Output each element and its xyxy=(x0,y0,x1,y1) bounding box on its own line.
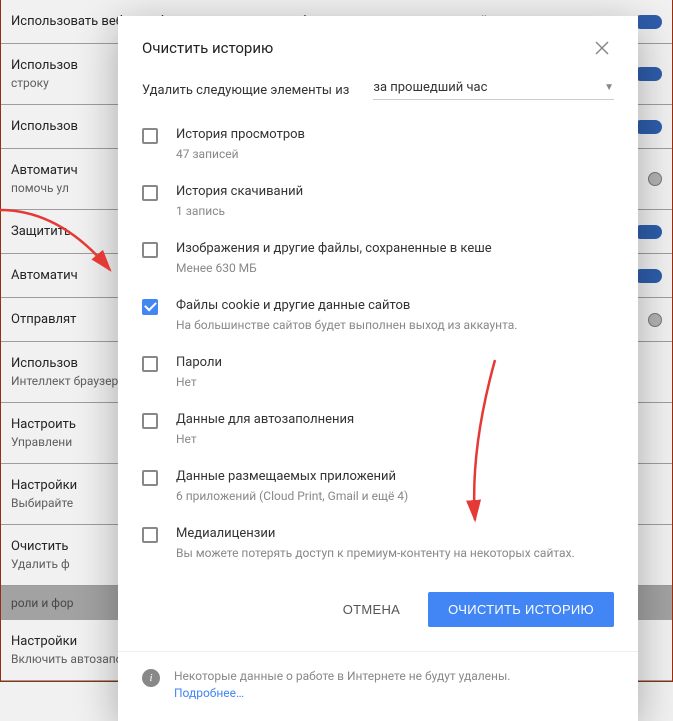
item-subtitle: Вы можете потерять доступ к премиум-конт… xyxy=(176,545,614,562)
item-subtitle: 1 запись xyxy=(176,203,614,220)
clear-history-button[interactable]: Очистить историю xyxy=(428,592,614,627)
clear-data-item: Данные размещаемых приложений 6 приложени… xyxy=(142,458,614,515)
item-subtitle: 6 приложений (Cloud Print, Gmail и ещё 4… xyxy=(176,488,614,505)
clear-data-item: Пароли Нет xyxy=(142,344,614,401)
cancel-button[interactable]: Отмена xyxy=(323,592,420,627)
item-title: Файлы cookie и другие данные сайтов xyxy=(176,297,614,315)
clear-data-item: История просмотров 47 записей xyxy=(142,116,614,173)
dialog-title: Очистить историю xyxy=(142,39,590,57)
learn-more-link[interactable]: Подробнее… xyxy=(174,686,244,700)
checkbox[interactable] xyxy=(142,527,158,543)
item-title: Данные для автозаполнения xyxy=(176,411,614,429)
item-subtitle: 47 записей xyxy=(176,146,614,163)
checkbox[interactable] xyxy=(142,128,158,144)
item-title: Медиалицензии xyxy=(176,525,614,543)
checkbox[interactable] xyxy=(142,185,158,201)
item-subtitle: Менее 630 МБ xyxy=(176,260,614,277)
item-title: Данные размещаемых приложений xyxy=(176,468,614,486)
checkbox[interactable] xyxy=(142,413,158,429)
chevron-down-icon: ▼ xyxy=(604,82,614,93)
checkbox[interactable] xyxy=(142,470,158,486)
clear-data-item: Файлы cookie и другие данные сайтов На бо… xyxy=(142,287,614,344)
checkbox[interactable] xyxy=(142,242,158,258)
item-subtitle: Нет xyxy=(176,374,614,391)
clear-data-item: Изображения и другие файлы, сохраненные … xyxy=(142,230,614,287)
item-subtitle: На большинстве сайтов будет выполнен вых… xyxy=(176,317,614,334)
clear-data-item: Данные для автозаполнения Нет xyxy=(142,401,614,458)
item-title: История скачиваний xyxy=(176,183,614,201)
time-range-select[interactable]: за прошедший час ▼ xyxy=(373,80,614,100)
info-icon: i xyxy=(142,669,160,687)
clear-history-dialog: Очистить историю Удалить следующие элеме… xyxy=(118,16,638,721)
footer-note: Некоторые данные о работе в Интернете не… xyxy=(174,668,510,702)
checkbox[interactable] xyxy=(142,299,158,315)
range-label: Удалить следующие элементы из xyxy=(142,83,349,98)
clear-data-item: История скачиваний 1 запись xyxy=(142,173,614,230)
item-title: История просмотров xyxy=(176,126,614,144)
item-subtitle: Нет xyxy=(176,431,614,448)
item-title: Изображения и другие файлы, сохраненные … xyxy=(176,240,614,258)
clear-data-item: Медиалицензии Вы можете потерять доступ к… xyxy=(142,515,614,572)
item-title: Пароли xyxy=(176,354,614,372)
checkbox[interactable] xyxy=(142,356,158,372)
close-icon[interactable] xyxy=(590,36,614,60)
time-range-value: за прошедший час xyxy=(373,80,604,95)
